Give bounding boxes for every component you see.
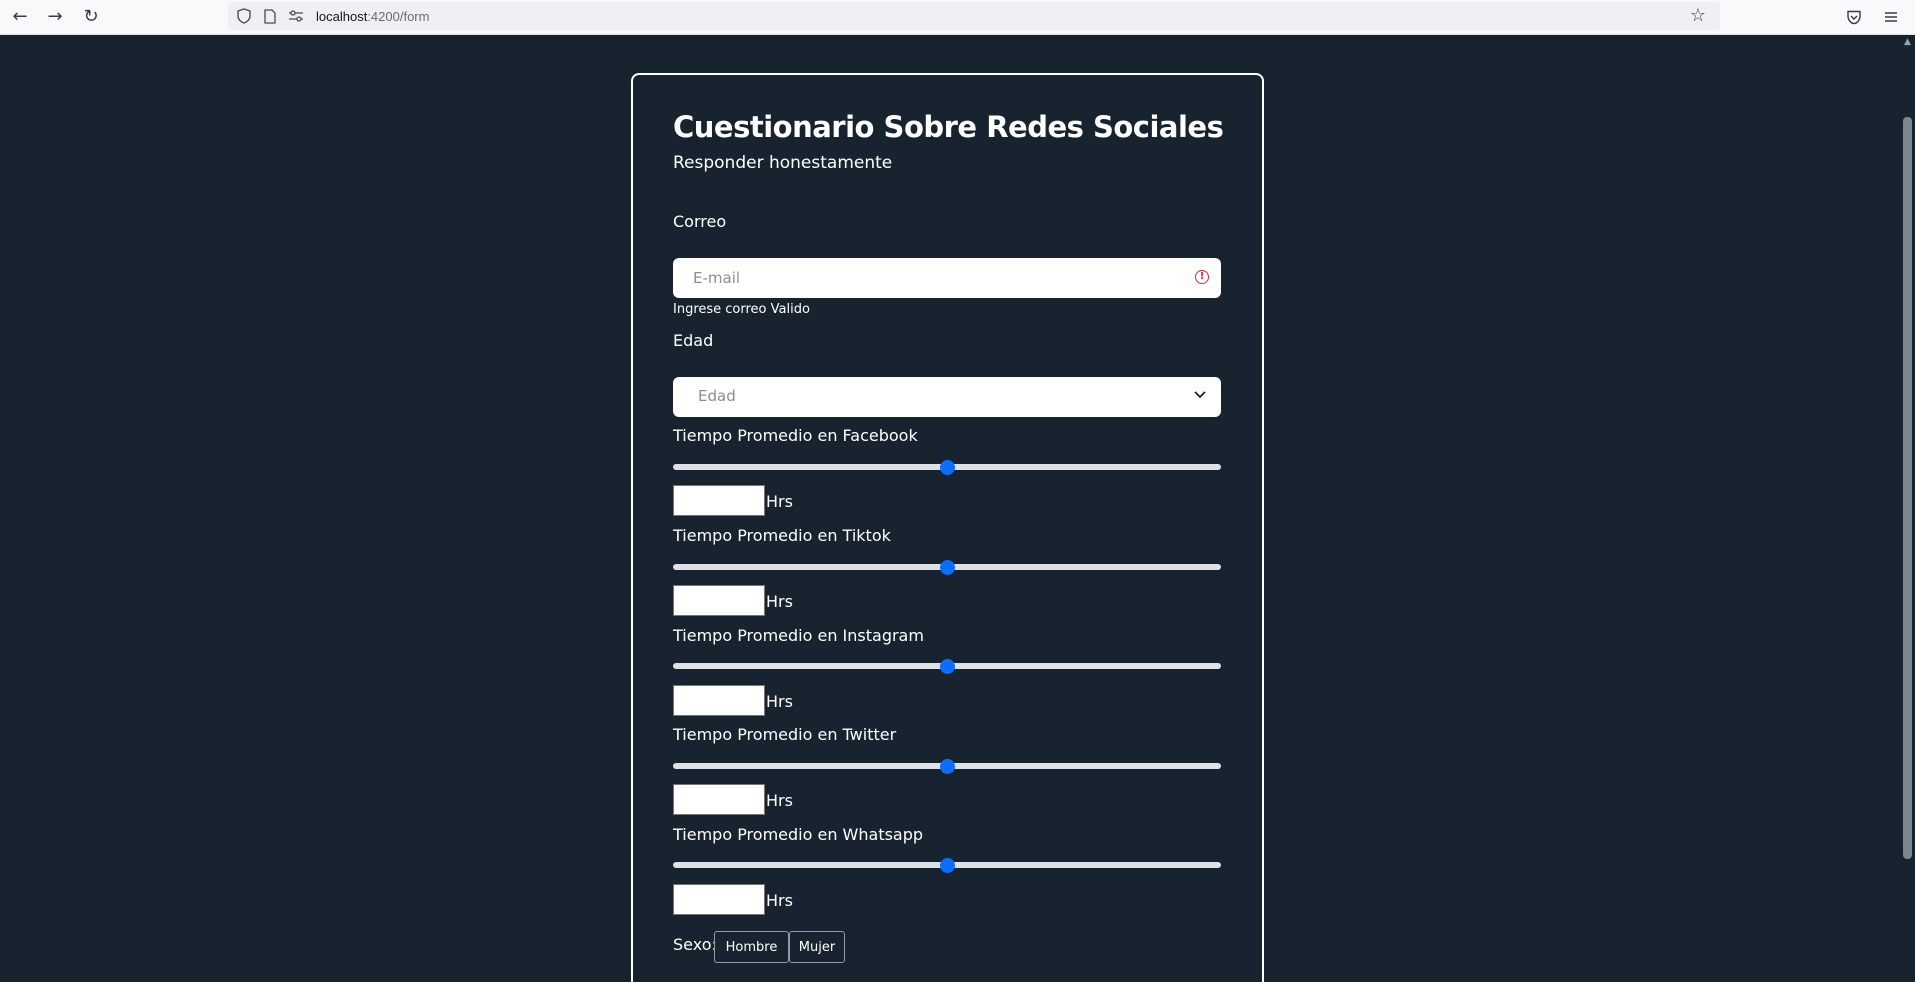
facebook-time-label: Tiempo Promedio en Facebook: [673, 426, 918, 445]
browser-toolbar: ← → ↻ localhost:4200/form ☆: [0, 0, 1915, 35]
error-icon: !: [1195, 270, 1209, 284]
page-subtitle: Responder honestamente: [673, 153, 893, 173]
page-scrollbar[interactable]: ▲: [1900, 35, 1915, 982]
instagram-hours-input[interactable]: [673, 685, 765, 716]
url-text[interactable]: localhost:4200/form: [316, 9, 429, 24]
url-host: localhost: [316, 9, 368, 24]
email-label: Correo: [673, 212, 727, 231]
slider-thumb[interactable]: [939, 857, 955, 873]
tiktok-time-slider[interactable]: [673, 559, 1221, 575]
instagram-time-slider[interactable]: [673, 658, 1221, 674]
twitter-time-label: Tiempo Promedio en Twitter: [673, 725, 897, 744]
whatsapp-time-label: Tiempo Promedio en Whatsapp: [673, 825, 924, 844]
email-input[interactable]: [673, 258, 1221, 298]
slider-thumb[interactable]: [939, 459, 955, 475]
whatsapp-time-slider[interactable]: [673, 857, 1221, 873]
tiktok-hours-input[interactable]: [673, 585, 765, 616]
instagram-hours-unit: Hrs: [766, 692, 793, 711]
tiktok-time-label: Tiempo Promedio en Tiktok: [673, 526, 891, 545]
pocket-icon[interactable]: [1842, 5, 1866, 29]
page-title: Cuestionario Sobre Redes Sociales: [673, 110, 1224, 144]
shield-icon[interactable]: [234, 6, 254, 26]
url-path: :4200/form: [367, 9, 430, 24]
twitter-hours-unit: Hrs: [766, 791, 793, 810]
tiktok-hours-unit: Hrs: [766, 592, 793, 611]
page-icon[interactable]: [260, 6, 280, 26]
scroll-thumb[interactable]: [1903, 117, 1912, 859]
facebook-hours-input[interactable]: [673, 485, 765, 516]
age-label: Edad: [673, 331, 714, 350]
hamburger-menu-icon[interactable]: [1879, 5, 1903, 29]
twitter-time-slider[interactable]: [673, 758, 1221, 774]
whatsapp-hours-unit: Hrs: [766, 891, 793, 910]
chevron-down-icon: [1194, 391, 1206, 399]
facebook-hours-unit: Hrs: [766, 492, 793, 511]
instagram-time-label: Tiempo Promedio en Instagram: [673, 626, 924, 645]
reload-icon[interactable]: ↻: [77, 5, 105, 29]
twitter-hours-input[interactable]: [673, 784, 765, 815]
slider-thumb[interactable]: [939, 758, 955, 774]
email-helper-text: Ingrese correo Valido: [673, 302, 810, 317]
whatsapp-hours-input[interactable]: [673, 884, 765, 915]
slider-thumb[interactable]: [939, 658, 955, 674]
permissions-icon[interactable]: [286, 6, 306, 26]
bookmark-star-icon[interactable]: ☆: [1690, 5, 1706, 26]
url-bar[interactable]: localhost:4200/form ☆: [228, 2, 1720, 30]
facebook-time-slider[interactable]: [673, 459, 1221, 475]
age-select[interactable]: Edad: [673, 377, 1221, 417]
forward-arrow-icon[interactable]: →: [41, 5, 69, 29]
male-button[interactable]: Hombre: [714, 931, 789, 963]
sex-label: Sexo:: [673, 935, 717, 954]
age-select-placeholder: Edad: [698, 387, 736, 405]
female-button[interactable]: Mujer: [789, 931, 845, 963]
scroll-up-arrow-icon[interactable]: ▲: [1903, 38, 1912, 47]
back-arrow-icon[interactable]: ←: [6, 5, 34, 29]
slider-thumb[interactable]: [939, 559, 955, 575]
